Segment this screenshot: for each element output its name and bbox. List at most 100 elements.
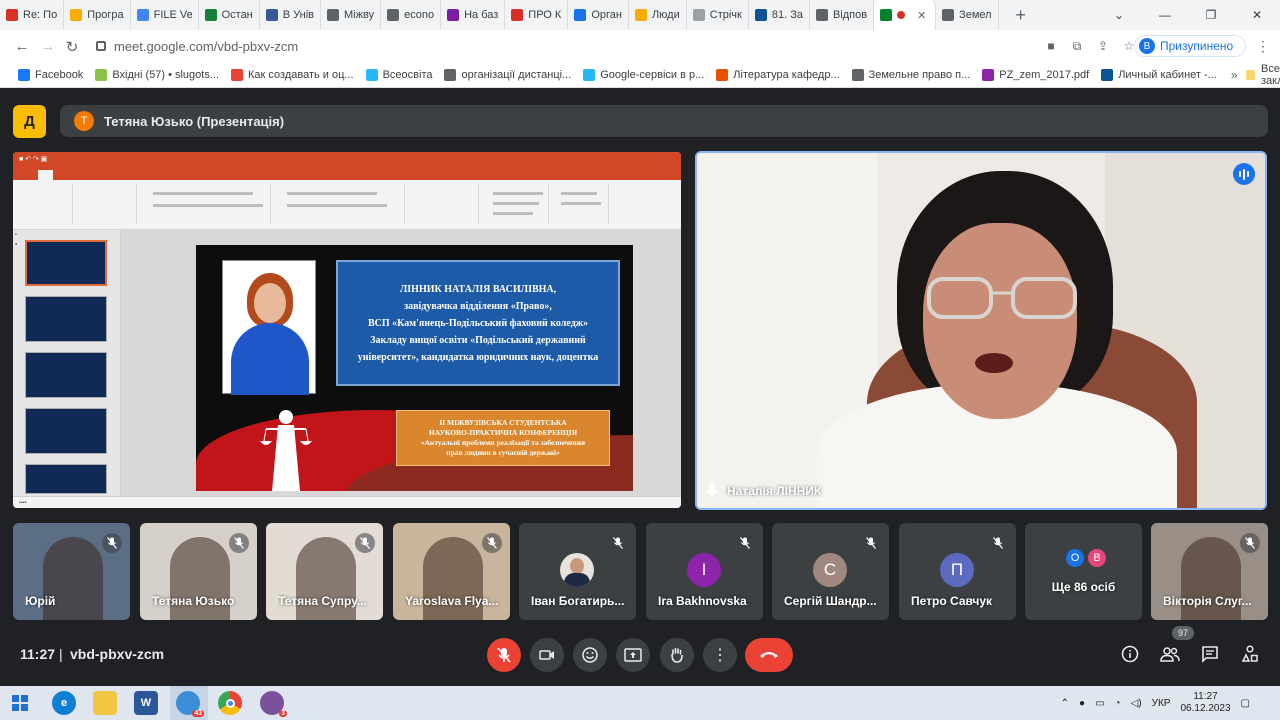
browser-tab[interactable]: Люди bbox=[629, 0, 687, 30]
browser-tab[interactable]: ✕ bbox=[874, 0, 937, 30]
present-screen-button[interactable] bbox=[616, 638, 650, 672]
mail-icon[interactable]: 43 bbox=[176, 691, 204, 717]
system-clock[interactable]: 11:27 06.12.2023 bbox=[1180, 691, 1230, 715]
lock-icon bbox=[96, 41, 106, 51]
browser-tab[interactable]: Остан bbox=[199, 0, 260, 30]
bookmark-item[interactable]: PZ_zem_2017.pdf bbox=[976, 68, 1095, 81]
browser-tab[interactable]: ПРО К bbox=[505, 0, 569, 30]
chat-button[interactable] bbox=[1198, 642, 1222, 666]
minimize-button[interactable]: — bbox=[1142, 0, 1188, 30]
browser-tab[interactable]: Програ bbox=[64, 0, 131, 30]
conf-line: НАУКОВО-ПРАКТИЧНА КОНФЕРЕНЦІЯ bbox=[428, 428, 578, 437]
bookmark-item[interactable]: Facebook bbox=[12, 68, 89, 81]
participant-tile[interactable]: Yaroslava Flya... bbox=[393, 523, 510, 620]
participant-tile[interactable]: П Петро Савчук bbox=[899, 523, 1016, 620]
browser-tab[interactable]: Орган bbox=[568, 0, 629, 30]
ppt-section-label: ▪ bbox=[15, 232, 17, 238]
bookmark-item[interactable]: Всеосвіта bbox=[360, 68, 439, 81]
tray-overflow-icon[interactable]: ⌃ bbox=[1061, 698, 1069, 709]
bookmark-item[interactable]: Література кафедр... bbox=[710, 68, 845, 81]
participant-tile[interactable]: Іван Богатирь... bbox=[519, 523, 636, 620]
browser-tab[interactable]: Стрічк bbox=[687, 0, 749, 30]
participant-tile[interactable]: I Ira Bakhnovska bbox=[646, 523, 763, 620]
new-tab-button[interactable]: + bbox=[1007, 5, 1035, 26]
presentation-banner[interactable]: Т Тетяна Юзько (Презентація) bbox=[60, 105, 1268, 137]
tab-search-icon[interactable]: ⌄ bbox=[1096, 0, 1142, 30]
reload-button[interactable]: ↻ bbox=[58, 38, 86, 56]
ppt-tab bbox=[121, 170, 133, 180]
browser-tab[interactable]: На баз bbox=[441, 0, 506, 30]
conference-title-box: ІІ МІЖВУЗІВСЬКА СТУДЕНТСЬКА НАУКОВО-ПРАК… bbox=[396, 410, 610, 466]
tab-favicon bbox=[6, 9, 18, 21]
windows-start-icon[interactable] bbox=[12, 695, 28, 711]
browser-tab[interactable]: Re: По bbox=[0, 0, 65, 30]
file-explorer-icon[interactable] bbox=[93, 691, 117, 715]
share-icon[interactable]: ⇪ bbox=[1096, 39, 1110, 53]
all-bookmarks-button[interactable]: Все закладки bbox=[1245, 63, 1280, 87]
browser-tab[interactable]: Відпов bbox=[810, 0, 875, 30]
bookmark-item[interactable]: Личный кабинет -... bbox=[1095, 68, 1223, 81]
tab-title: Re: По bbox=[23, 9, 58, 21]
profile-button[interactable]: B Призупинено bbox=[1134, 35, 1246, 57]
edge-icon[interactable]: e bbox=[52, 691, 76, 715]
active-speaker-tile[interactable]: Наталія ЛІННИК bbox=[695, 151, 1267, 510]
bookmarks-overflow-button[interactable]: » bbox=[1223, 68, 1246, 82]
browser-menu-icon[interactable]: ⋮ bbox=[1256, 38, 1270, 55]
more-options-button[interactable]: ⋮ bbox=[703, 638, 737, 672]
browser-tab[interactable]: В Унів bbox=[260, 0, 322, 30]
microphone-toggle-button[interactable] bbox=[487, 638, 521, 672]
participant-name: Сергій Шандр... bbox=[784, 594, 877, 608]
network-icon[interactable]: ◔ bbox=[1115, 698, 1121, 709]
participant-tile[interactable]: Вікторія Слуг... bbox=[1151, 523, 1268, 620]
avatar-suit bbox=[564, 573, 590, 587]
browser-tab[interactable]: Земел bbox=[936, 0, 999, 30]
omnibox[interactable]: meet.google.com/vbd-pbxv-zcm bbox=[96, 34, 876, 58]
browser-tab[interactable]: econo bbox=[381, 0, 442, 30]
chrome-icon[interactable] bbox=[218, 691, 242, 715]
restore-button[interactable]: ❐ bbox=[1188, 0, 1234, 30]
volume-icon[interactable]: ◁) bbox=[1131, 698, 1142, 709]
leave-call-button[interactable] bbox=[745, 638, 793, 672]
browser-tab[interactable]: FILE Ve bbox=[131, 0, 199, 30]
battery-icon[interactable]: ▭ bbox=[1095, 698, 1104, 709]
ppt-ribbon-control bbox=[287, 204, 387, 207]
url-text[interactable]: meet.google.com/vbd-pbxv-zcm bbox=[114, 39, 298, 54]
bookmark-item[interactable]: Вхідні (57) • slugots... bbox=[89, 68, 225, 81]
viber-icon[interactable]: 3 bbox=[260, 691, 287, 717]
input-language[interactable]: УКР bbox=[1152, 698, 1171, 709]
participant-tile[interactable]: Юрій bbox=[13, 523, 130, 620]
participant-tile[interactable]: О В Ще 86 осіб bbox=[1025, 523, 1142, 620]
word-icon[interactable]: W bbox=[134, 691, 158, 715]
pin-icon[interactable] bbox=[707, 484, 717, 498]
close-window-button[interactable]: ✕ bbox=[1234, 0, 1280, 30]
browser-tab[interactable]: 81. За bbox=[749, 0, 810, 30]
meeting-details-button[interactable] bbox=[1118, 642, 1142, 666]
clock-time: 11:27 bbox=[1193, 691, 1218, 702]
notifications-icon[interactable]: ▢ bbox=[1241, 698, 1250, 709]
tab-favicon bbox=[692, 9, 705, 21]
camera-icon[interactable]: ■ bbox=[1044, 39, 1058, 53]
translate-icon[interactable]: ⧉ bbox=[1070, 39, 1084, 53]
participant-tile[interactable]: Тетяна Юзько bbox=[140, 523, 257, 620]
bookmark-item[interactable]: Земельне право п... bbox=[846, 68, 977, 81]
tab-title: econo bbox=[404, 9, 435, 21]
tray-mic-icon: ● bbox=[1079, 697, 1086, 709]
bookmark-favicon bbox=[231, 68, 244, 81]
shared-screen-tile[interactable]: ■ ↶ ↷ ▣ ▪ ▪ ЛІННИК НАТАЛІЯ ВАСИЛІВНА, за… bbox=[13, 152, 681, 508]
back-button[interactable]: ← bbox=[8, 38, 36, 55]
mic-off-icon bbox=[355, 533, 375, 553]
participant-tile[interactable]: С Сергій Шандр... bbox=[772, 523, 889, 620]
camera-toggle-button[interactable] bbox=[530, 638, 564, 672]
raise-hand-button[interactable] bbox=[660, 638, 694, 672]
bookmark-item[interactable]: Google-сервіси в р... bbox=[577, 68, 710, 81]
browser-tab[interactable]: Міжву bbox=[321, 0, 382, 30]
people-button[interactable] bbox=[1158, 642, 1182, 666]
bookmark-item[interactable]: Как создавать и оц... bbox=[225, 68, 360, 81]
bookmark-label: Как создавать и оц... bbox=[248, 68, 354, 81]
bookmark-item[interactable]: організації дистанці... bbox=[438, 68, 577, 81]
reactions-button[interactable] bbox=[573, 638, 607, 672]
bookmark-favicon bbox=[851, 68, 864, 81]
close-tab-icon[interactable]: ✕ bbox=[917, 9, 926, 22]
activities-button[interactable] bbox=[1238, 642, 1262, 666]
participant-tile[interactable]: Тетяна Супру... bbox=[266, 523, 383, 620]
